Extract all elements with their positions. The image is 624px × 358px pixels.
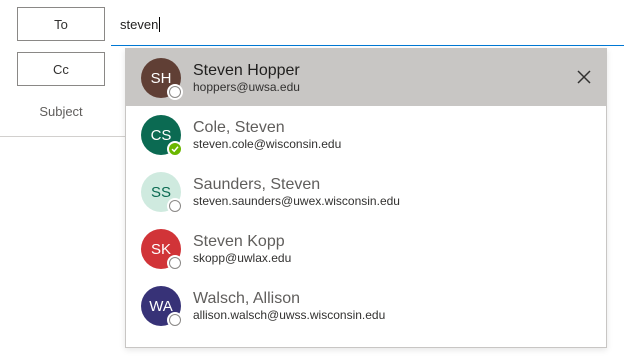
presence-offline-icon (167, 255, 183, 271)
suggestion-item[interactable]: WA Walsch, Allison allison.walsch@uwss.w… (126, 277, 606, 334)
text-caret (159, 17, 161, 32)
contact-email: allison.walsch@uwss.wisconsin.edu (193, 308, 386, 322)
avatar: SS (141, 172, 183, 214)
avatar: WA (141, 286, 183, 328)
contact-email: steven.saunders@uwex.wisconsin.edu (193, 194, 400, 208)
presence-available-icon (167, 141, 183, 157)
subject-label[interactable]: Subject (17, 104, 105, 119)
avatar: SK (141, 229, 183, 271)
cc-button[interactable]: Cc (17, 52, 105, 86)
contact-email: hoppers@uwsa.edu (193, 80, 300, 94)
presence-offline-icon (167, 312, 183, 328)
suggestion-item[interactable]: SK Steven Kopp skopp@uwlax.edu (126, 220, 606, 277)
contact-name: Walsch, Allison (193, 290, 300, 307)
contact-name: Steven Kopp (193, 233, 285, 250)
contact-email: steven.cole@wisconsin.edu (193, 137, 342, 151)
contact-name: Saunders, Steven (193, 176, 321, 193)
to-input[interactable]: steven (111, 7, 624, 46)
presence-offline-icon (167, 84, 183, 100)
to-input-value: steven (120, 17, 159, 32)
contact-name: Cole, Steven (193, 119, 285, 136)
suggestion-item[interactable]: SS Saunders, Steven steven.saunders@uwex… (126, 163, 606, 220)
to-button[interactable]: To (17, 7, 105, 41)
contact-name: Steven Hopper (193, 62, 300, 79)
checkmark-icon (171, 146, 179, 153)
suggestion-item[interactable]: CS Cole, Steven steven.cole@wisconsin.ed… (126, 106, 606, 163)
suggestion-item[interactable]: SH Steven Hopper hoppers@uwsa.edu (126, 49, 606, 106)
people-suggestions-dropdown: SH Steven Hopper hoppers@uwsa.edu CS Col… (125, 48, 607, 348)
subject-divider (0, 136, 126, 137)
presence-offline-icon (167, 198, 183, 214)
avatar: SH (141, 58, 183, 100)
compose-header: To Cc steven Subject SH Steven Hopper ho… (0, 0, 624, 358)
close-icon[interactable] (575, 68, 593, 86)
avatar: CS (141, 115, 183, 157)
contact-email: skopp@uwlax.edu (193, 251, 292, 265)
